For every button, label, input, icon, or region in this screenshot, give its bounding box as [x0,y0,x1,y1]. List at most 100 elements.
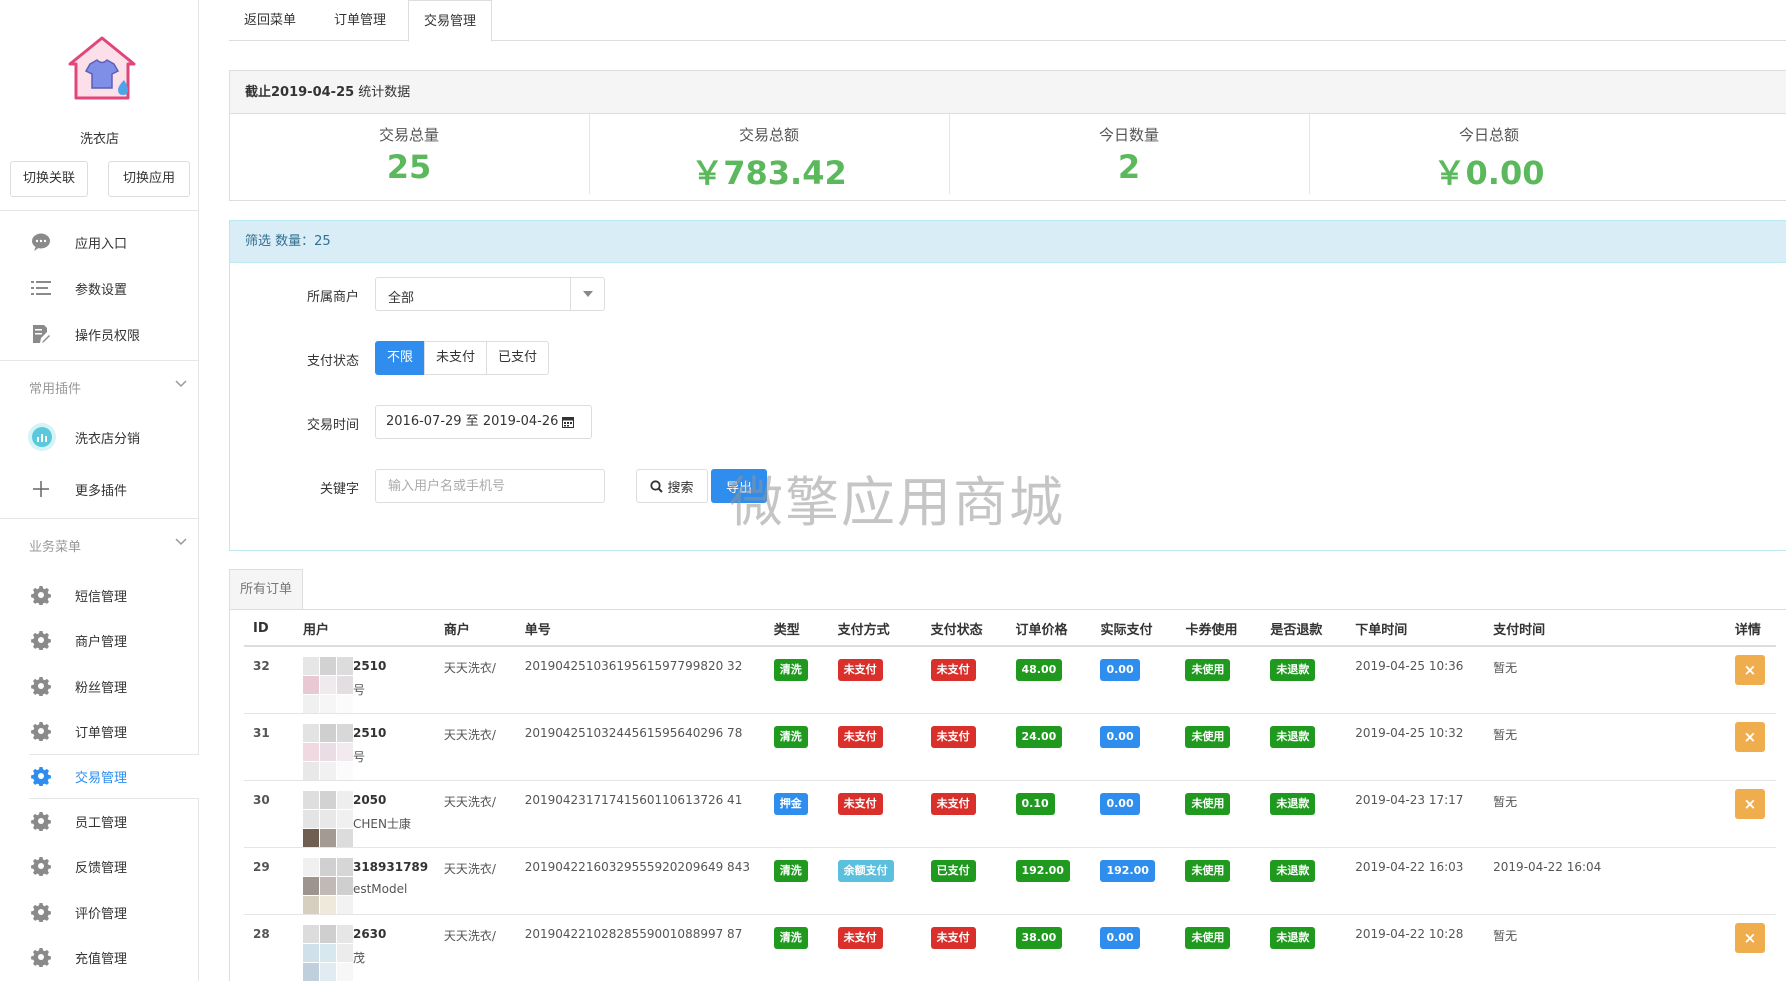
column-header: 详情 [1725,612,1776,647]
pay-method-badge: 未支付 [837,659,883,681]
detail-cell [1725,847,1776,915]
stat-today-count: 今日数量 2 [949,112,1309,200]
sidebar-item-label: 应用入口 [75,236,128,252]
keyword-input[interactable] [375,469,605,503]
merchant-cell: 天天洗衣/ [434,780,516,848]
sidebar-item-business[interactable]: 交易管理 [0,754,199,798]
business-group-title[interactable]: 业务菜单 [29,536,81,555]
detail-cell: × [1725,646,1776,714]
sidebar-item-business[interactable]: 短信管理 [0,573,199,617]
tab-transaction-management[interactable]: 交易管理 [408,0,493,42]
merchant-cell: 天天洗衣/ [434,914,516,981]
sidebar-item-business[interactable]: 商户管理 [0,618,199,662]
price-badge: 192.00 [1015,859,1070,882]
column-header: 支付时间 [1484,612,1726,647]
user-cell: 2050 CHEN士康 [293,780,435,848]
close-icon[interactable]: × [1734,922,1765,953]
app-root: 洗衣店 切换关联 切换应用 应用入口 参数设置 操作员权限 常用插件 洗衣店分销… [0,0,1786,981]
sidebar-item-operator-permissions[interactable]: 操作员权限 [0,312,199,356]
detail-cell: × [1725,780,1776,848]
price-cell: 38.00 [1006,914,1092,981]
chevron-down-icon[interactable] [174,377,188,391]
pay-status-all-button[interactable]: 不限 [375,341,426,375]
calendar-icon [562,417,575,428]
table-row[interactable]: 32 2510 号 天天洗衣/20190425103619561597799820 3… [244,646,1776,714]
sidebar-item-business[interactable]: 订单管理 [0,709,199,753]
sidebar-item-business[interactable]: 充值管理 [0,935,199,979]
top-tabs: 返回菜单 订单管理 交易管理 [229,0,1786,42]
sidebar-item-business[interactable]: 反馈管理 [0,844,199,888]
caret-down-icon [570,278,604,310]
type-cell: 清洗 [764,847,829,915]
pay-method-badge: 未支付 [837,725,883,748]
sidebar-item-label: 反馈管理 [75,860,128,876]
sidebar-item-params[interactable]: 参数设置 [0,266,199,310]
pay-method-badge: 未支付 [837,926,883,949]
sidebar-item-business[interactable]: 员工管理 [0,799,199,843]
merchant-select[interactable]: 全部 [375,277,605,311]
chevron-down-icon[interactable] [174,535,188,549]
stat-today-amount: 今日总额 ￥0.00 [1309,112,1669,200]
merchant-label: 所属商户 [306,290,359,305]
stat-label: 今日总额 [1458,126,1519,144]
order-time: 2019-04-22 10:28 [1346,914,1485,981]
column-header: 商户 [434,612,516,647]
tab-back-menu[interactable]: 返回菜单 [229,0,311,41]
type-cell: 清洗 [764,914,829,981]
date-range-input[interactable]: 2016-07-29 至 2019-04-26 [375,405,592,439]
table-row[interactable]: 30 2050 CHEN士康 天天洗衣/20190423171741560110613… [244,780,1776,848]
order-id: 29 [244,847,294,915]
stat-total-amount: 交易总额 ￥783.42 [589,112,949,200]
type-badge: 清洗 [773,659,808,681]
sidebar-item-app-entry[interactable]: 应用入口 [0,220,199,264]
switch-link-button[interactable]: 切换关联 [10,161,88,197]
pay-method-badge: 未支付 [837,792,883,815]
export-button[interactable]: 导出 [711,469,767,503]
detail-cell: × [1725,713,1776,781]
paid-badge: 0.00 [1100,926,1140,949]
refund-cell: 未退款 [1261,914,1347,981]
refund-cell: 未退款 [1261,646,1347,714]
close-icon[interactable]: × [1734,655,1765,685]
gear-icon [29,945,53,969]
coupon-cell: 未使用 [1176,914,1262,981]
sidebar-item-label: 短信管理 [75,589,128,605]
pay-status-badge: 未支付 [930,926,976,949]
time-label: 交易时间 [306,418,359,433]
switch-app-button[interactable]: 切换应用 [108,161,190,197]
edit-document-icon [29,322,53,346]
sidebar-item-distribution[interactable]: 洗衣店分销 [0,415,199,459]
pay-status-paid-button[interactable]: 已支付 [486,341,550,375]
avatar [302,857,353,914]
avatar [302,723,353,780]
column-header: 下单时间 [1346,612,1485,647]
search-button[interactable]: 搜索 [636,469,708,503]
sidebar-divider [0,210,199,211]
close-icon[interactable]: × [1734,721,1765,752]
table-row[interactable]: 28 2630 茂 天天洗衣/20190422102828559001088997 8… [244,914,1776,981]
user-name: 号 [352,749,365,764]
close-icon[interactable]: × [1734,788,1765,819]
sidebar-item-business[interactable]: 粉丝管理 [0,664,199,708]
gear-icon [29,764,53,788]
gear-icon [29,674,53,698]
table-row[interactable]: 31 2510 号 天天洗衣/20190425103244561595640296 7… [244,713,1776,781]
sidebar-item-label: 员工管理 [75,815,128,831]
coupon-cell: 未使用 [1176,646,1262,714]
price-badge: 24.00 [1015,725,1063,748]
pay-time: 暂无 [1484,914,1726,981]
plugins-group-title[interactable]: 常用插件 [29,378,81,397]
sidebar-item-more-plugins[interactable]: 更多插件 [0,467,199,511]
tab-all-orders[interactable]: 所有订单 [229,569,304,609]
sidebar-item-business[interactable]: 评价管理 [0,890,199,934]
table-row[interactable]: 29 318931789 estModel 天天洗衣/2019042216032955… [244,847,1776,915]
gear-icon [29,628,53,652]
pay-method-cell: 未支付 [828,713,922,781]
refund-cell: 未退款 [1261,780,1347,848]
stat-total-count: 交易总量 25 [229,112,589,200]
column-header: 支付状态 [921,612,1007,647]
tab-order-management[interactable]: 订单管理 [319,0,401,41]
pay-status-unpaid-button[interactable]: 未支付 [424,341,488,375]
avatar [302,924,353,981]
type-cell: 清洗 [764,713,829,781]
